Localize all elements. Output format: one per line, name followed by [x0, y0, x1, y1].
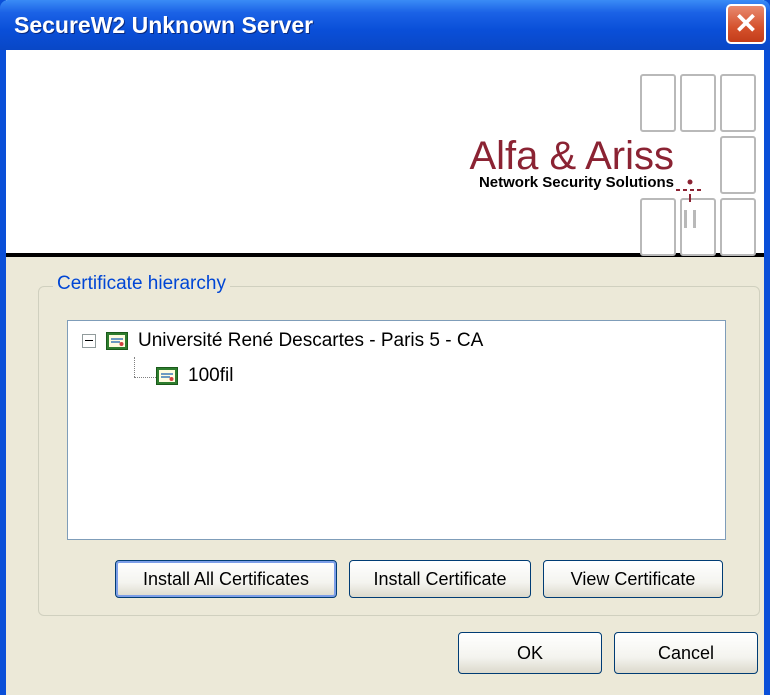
logo-box: [720, 74, 756, 132]
close-icon: ✕: [734, 8, 758, 39]
collapse-icon[interactable]: [82, 334, 96, 348]
logo-box: [720, 136, 756, 194]
dialog-window: SecureW2 Unknown Server ✕ Alfa & Ariss N…: [0, 0, 770, 695]
install-certificate-button[interactable]: Install Certificate: [349, 560, 531, 598]
title-bar[interactable]: SecureW2 Unknown Server ✕: [0, 0, 770, 50]
close-button[interactable]: ✕: [726, 4, 766, 44]
install-all-certificates-button[interactable]: Install All Certificates: [115, 560, 337, 598]
certificate-icon: [156, 367, 178, 385]
view-certificate-button[interactable]: View Certificate: [543, 560, 723, 598]
logo-box: [680, 74, 716, 132]
group-label: Certificate hierarchy: [53, 273, 230, 295]
tree-item-label: 100fil: [188, 365, 234, 386]
tree-connector: [134, 377, 156, 378]
logo-box: [640, 74, 676, 132]
certificate-icon: [106, 332, 128, 350]
header-banner: Alfa & Ariss Network Security Solutions: [6, 50, 764, 257]
logo-subtitle: Network Security Solutions: [478, 174, 674, 191]
tree-item-child[interactable]: 100fil: [156, 365, 233, 387]
logo-box: [720, 198, 756, 256]
tree-connector: [134, 357, 135, 377]
tree-item-label: Université René Descartes - Paris 5 - CA: [138, 330, 484, 351]
logo-mark-icon: [676, 179, 704, 228]
logo-text: Alfa & Ariss: [469, 134, 674, 178]
certificate-tree[interactable]: Université René Descartes - Paris 5 - CA…: [67, 320, 726, 540]
cancel-button[interactable]: Cancel: [614, 632, 758, 674]
tree-item-root[interactable]: Université René Descartes - Paris 5 - CA: [82, 330, 483, 352]
window-title: SecureW2 Unknown Server: [14, 12, 314, 38]
ok-button[interactable]: OK: [458, 632, 602, 674]
logo-box: [640, 198, 676, 256]
